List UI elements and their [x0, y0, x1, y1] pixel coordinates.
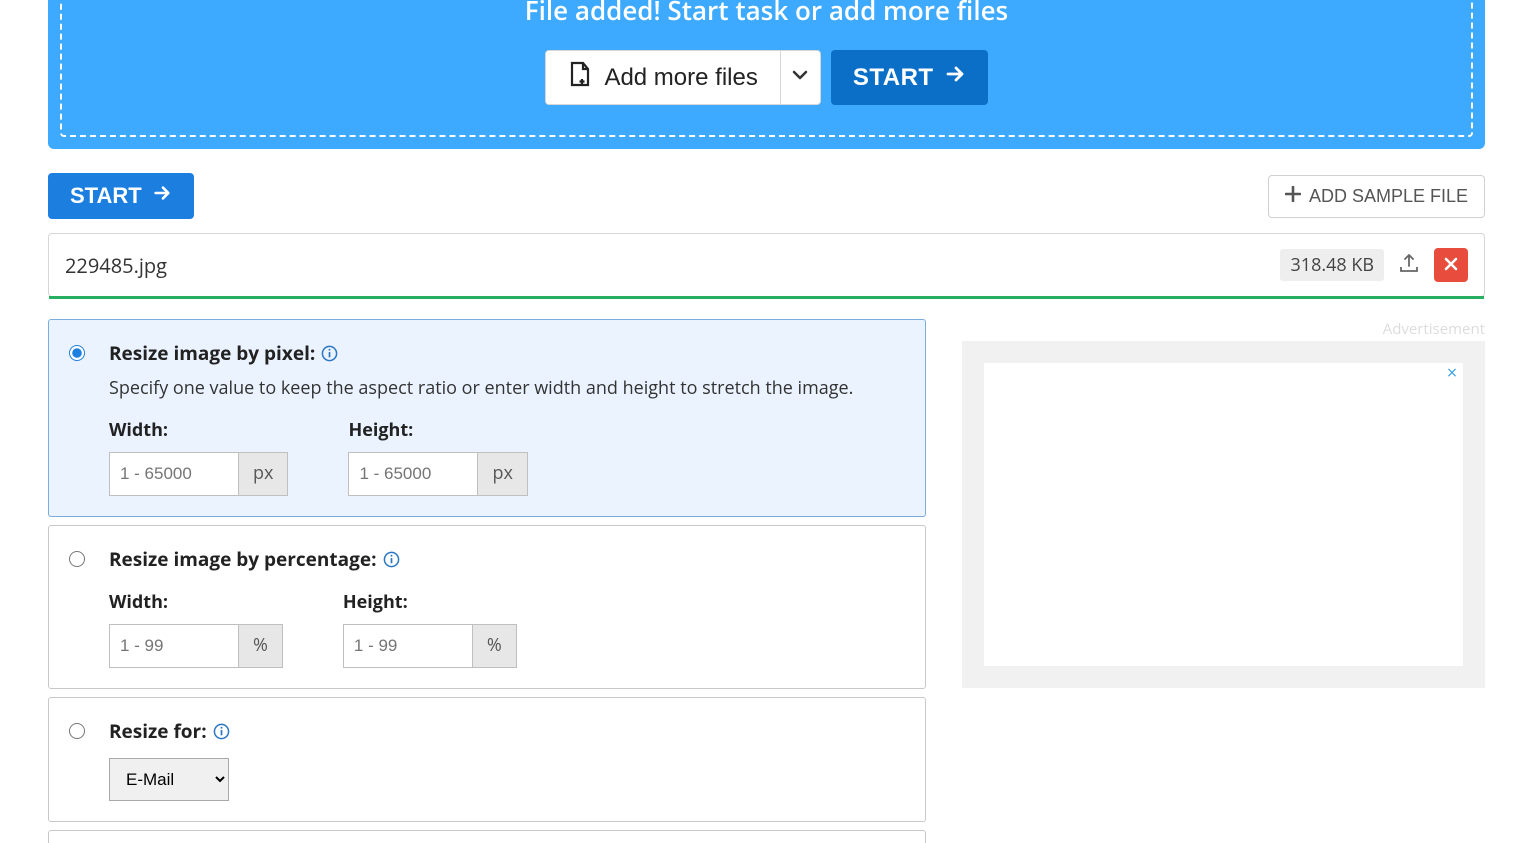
ad-slot: ×: [984, 363, 1463, 666]
resize-for-select[interactable]: E-Mail: [109, 758, 229, 801]
start-button[interactable]: START: [48, 173, 194, 219]
arrow-right-icon: [152, 183, 172, 209]
start-label: START: [853, 64, 934, 92]
chevron-down-icon: [791, 66, 809, 89]
width-label: Width:: [109, 418, 288, 442]
option-resize-aspect[interactable]: Resize by aspect ratio:: [48, 830, 926, 843]
radio-resize-percent[interactable]: [69, 551, 85, 567]
option-desc: Specify one value to keep the aspect rat…: [109, 376, 905, 400]
add-more-dropdown[interactable]: [780, 51, 820, 104]
unit-px: px: [238, 453, 287, 495]
height-input-percent[interactable]: [344, 625, 472, 667]
unit-percent: %: [472, 625, 516, 667]
option-title: Resize image by percentage:: [109, 546, 377, 572]
width-label: Width:: [109, 590, 283, 614]
arrow-right-icon: [944, 63, 966, 92]
width-input-pixel[interactable]: [110, 453, 238, 495]
plus-icon: [1285, 186, 1301, 207]
toolbar: START ADD SAMPLE FILE: [48, 173, 1485, 219]
upload-dropzone[interactable]: File added! Start task or add more files…: [60, 0, 1473, 137]
ad-close-icon[interactable]: ×: [1443, 365, 1461, 383]
unit-percent: %: [238, 625, 282, 667]
remove-file-button[interactable]: [1434, 248, 1468, 282]
add-more-group: Add more files: [545, 50, 820, 105]
close-icon: [1444, 257, 1458, 274]
upload-panel: File added! Start task or add more files…: [48, 0, 1485, 149]
ad-container: ×: [962, 341, 1485, 688]
height-input-pixel[interactable]: [349, 453, 477, 495]
upload-title: File added! Start task or add more files: [72, 0, 1461, 28]
file-row: 229485.jpg 318.48 KB: [48, 233, 1485, 297]
width-input-percent[interactable]: [110, 625, 238, 667]
option-resize-for[interactable]: Resize for: E-Mail: [48, 697, 926, 822]
upload-icon: [1398, 252, 1420, 279]
radio-resize-pixel[interactable]: [69, 345, 85, 361]
add-more-label: Add more files: [604, 64, 757, 92]
file-add-icon: [568, 61, 592, 94]
add-sample-button[interactable]: ADD SAMPLE FILE: [1268, 175, 1485, 218]
option-resize-pixel[interactable]: Resize image by pixel: Specify one value…: [48, 319, 926, 517]
height-label: Height:: [348, 418, 527, 442]
start-label: START: [70, 183, 142, 209]
option-title: Resize image by pixel:: [109, 340, 315, 366]
height-label: Height:: [343, 590, 517, 614]
add-sample-label: ADD SAMPLE FILE: [1309, 186, 1468, 207]
info-icon[interactable]: [321, 345, 338, 362]
option-resize-percent[interactable]: Resize image by percentage: Width: %: [48, 525, 926, 689]
unit-px: px: [477, 453, 526, 495]
ad-label: Advertisement: [962, 319, 1485, 339]
radio-resize-for[interactable]: [69, 723, 85, 739]
info-icon[interactable]: [213, 723, 230, 740]
add-more-button[interactable]: Add more files: [546, 51, 779, 104]
start-button-top[interactable]: START: [831, 50, 988, 105]
info-icon[interactable]: [383, 551, 400, 568]
option-title: Resize for:: [109, 718, 207, 744]
file-size: 318.48 KB: [1280, 249, 1384, 281]
file-name: 229485.jpg: [65, 252, 167, 279]
